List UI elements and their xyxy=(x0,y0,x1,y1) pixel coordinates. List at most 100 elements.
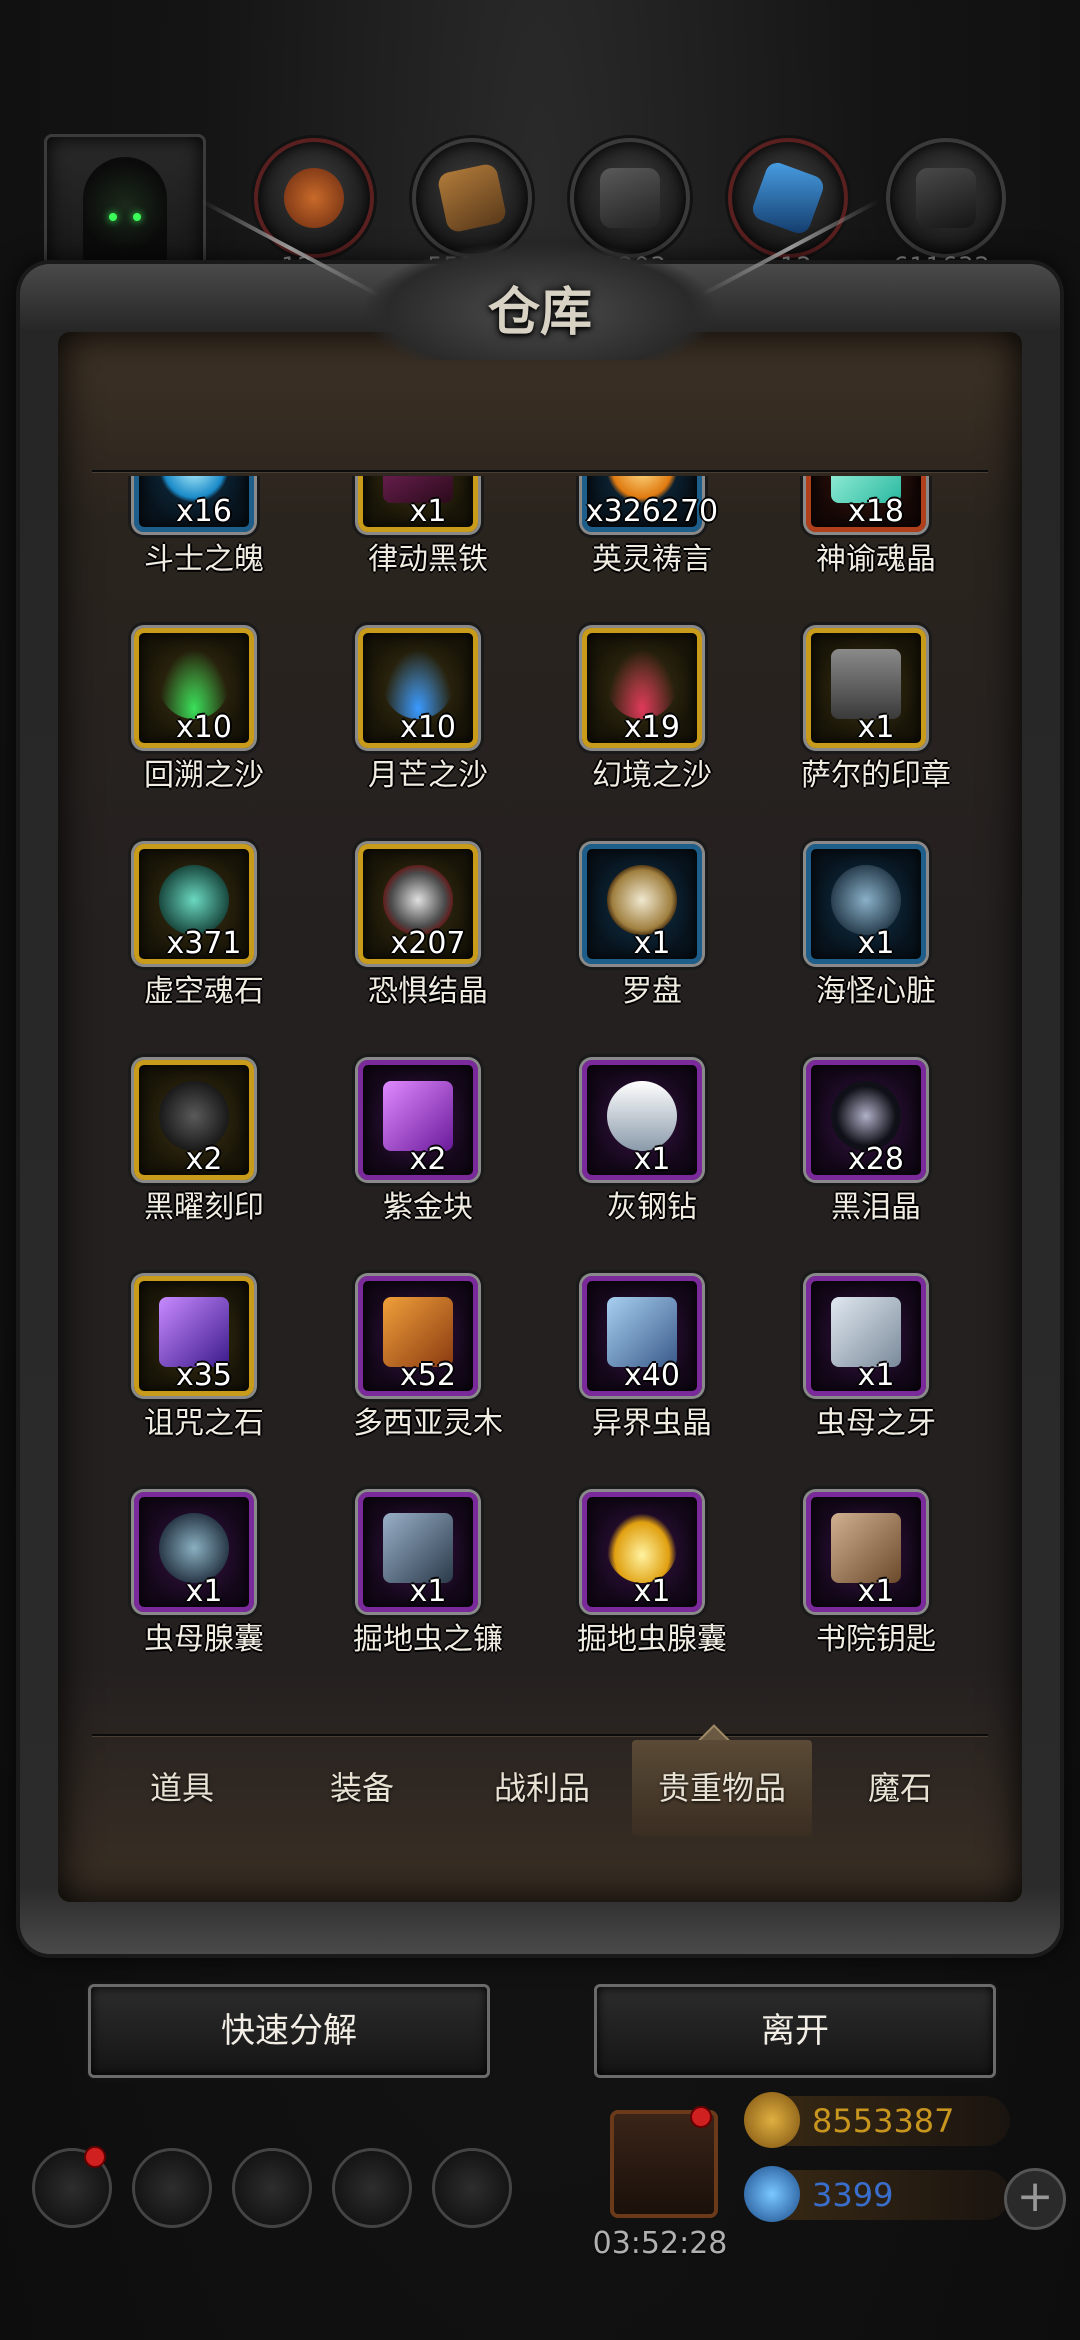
category-tabs: 道具 装备 战利品 贵重物品 魔石 xyxy=(92,1740,988,1836)
item-quantity: x10 xyxy=(176,710,232,745)
item-quantity: x18 xyxy=(848,494,904,529)
wood-log-icon xyxy=(383,1297,453,1367)
gift-timer: 03:52:28 xyxy=(592,2226,728,2261)
item-cell[interactable]: x1 书院钥匙 xyxy=(764,1492,988,1692)
sand-pile-icon xyxy=(607,649,677,719)
eye-glow xyxy=(133,213,141,221)
item-name: 黑泪晶 xyxy=(831,1190,921,1225)
item-quantity: x1 xyxy=(185,1574,223,1609)
item-quantity: x52 xyxy=(400,1358,456,1393)
black-tear-icon xyxy=(831,1081,901,1151)
key-icon xyxy=(831,1513,901,1583)
cursed-stone-icon xyxy=(159,1297,229,1367)
item-name: 虫母之牙 xyxy=(816,1406,936,1441)
item-cell[interactable]: x1 灰钢钻 xyxy=(540,1060,764,1260)
resource-crystal-icon[interactable] xyxy=(728,138,848,258)
item-quantity: x1 xyxy=(409,494,447,529)
tab-valuables[interactable]: 贵重物品 xyxy=(632,1740,812,1836)
item-quantity: x2 xyxy=(185,1142,223,1177)
item-cell[interactable]: x40 异界虫晶 xyxy=(540,1276,764,1476)
tab-loot[interactable]: 战利品 xyxy=(452,1740,632,1836)
item-cell[interactable]: x16 斗士之魄 xyxy=(92,476,316,612)
resource-iron-icon[interactable] xyxy=(886,138,1006,258)
compass-icon xyxy=(607,865,677,935)
gland-sac-icon xyxy=(159,1513,229,1583)
item-name: 萨尔的印章 xyxy=(801,758,951,793)
item-cell[interactable]: x2 紫金块 xyxy=(316,1060,540,1260)
item-cell[interactable]: x35 诅咒之石 xyxy=(92,1276,316,1476)
notification-dot xyxy=(84,2146,106,2168)
item-name: 海怪心脏 xyxy=(816,974,936,1009)
item-cell[interactable]: x1 海怪心脏 xyxy=(764,844,988,1044)
item-quantity: x16 xyxy=(176,494,232,529)
quick-decompose-button[interactable]: 快速分解 xyxy=(88,1984,490,2078)
item-cell[interactable]: x1 萨尔的印章 xyxy=(764,628,988,828)
scythe-icon xyxy=(383,1513,453,1583)
tab-magic-stones[interactable]: 魔石 xyxy=(812,1740,988,1836)
item-cell[interactable]: x1 掘地虫之镰 xyxy=(316,1492,540,1692)
gem-icon xyxy=(744,2166,800,2222)
item-cell[interactable]: x19 幻境之沙 xyxy=(540,628,764,828)
divider xyxy=(92,1734,988,1736)
shield-seal-icon xyxy=(831,649,901,719)
item-quantity: x1 xyxy=(633,1142,671,1177)
item-cell[interactable]: x1 虫母腺囊 xyxy=(92,1492,316,1692)
item-quantity: x35 xyxy=(176,1358,232,1393)
eye-glow xyxy=(109,213,117,221)
monster-heart-icon xyxy=(831,865,901,935)
item-quantity: x28 xyxy=(848,1142,904,1177)
tab-items[interactable]: 道具 xyxy=(92,1740,272,1836)
item-quantity: x207 xyxy=(390,926,466,961)
fang-icon xyxy=(831,1297,901,1367)
amethyst-icon xyxy=(383,1081,453,1151)
gold-amount: 8553387 xyxy=(812,2102,955,2140)
add-currency-button[interactable]: + xyxy=(1004,2168,1066,2230)
item-cell[interactable]: x1 罗盘 xyxy=(540,844,764,1044)
item-quantity: x1 xyxy=(857,1358,895,1393)
item-quantity: x1 xyxy=(633,1574,671,1609)
star-badge-icon[interactable] xyxy=(132,2148,212,2228)
item-quantity: x1 xyxy=(857,710,895,745)
hooded-figure-icon xyxy=(83,157,167,267)
leave-button[interactable]: 离开 xyxy=(594,1984,996,2078)
item-cell[interactable]: x10 回溯之沙 xyxy=(92,628,316,828)
item-quantity: x1 xyxy=(633,926,671,961)
item-grid[interactable]: x16 斗士之魄 x1 律动黑铁 x326270 英灵祷言 x18 神谕魂晶 x10 回溯之沙 x1… xyxy=(92,476,988,1730)
golden-drop-icon xyxy=(607,1513,677,1583)
sand-pile-icon xyxy=(383,649,453,719)
obsidian-rune-icon xyxy=(159,1081,229,1151)
bug-crystal-icon xyxy=(607,1297,677,1367)
gold-coin-icon xyxy=(744,2092,800,2148)
item-cell[interactable]: x207 恐惧结晶 xyxy=(316,844,540,1044)
swords-icon[interactable] xyxy=(432,2148,512,2228)
item-cell[interactable]: x10 月芒之沙 xyxy=(316,628,540,828)
item-name: 神谕魂晶 xyxy=(816,542,936,577)
item-quantity: x371 xyxy=(166,926,242,961)
soul-stone-icon xyxy=(159,865,229,935)
item-cell[interactable]: x326270 英灵祷言 xyxy=(540,476,764,612)
divider xyxy=(92,470,988,472)
item-quantity: x40 xyxy=(624,1358,680,1393)
item-quantity: x326270 xyxy=(585,494,719,529)
notification-dot xyxy=(690,2106,712,2128)
item-quantity: x19 xyxy=(624,710,680,745)
item-cell[interactable]: x52 多西亚灵木 xyxy=(316,1276,540,1476)
item-quantity: x1 xyxy=(857,926,895,961)
item-cell[interactable]: x1 掘地虫腺囊 xyxy=(540,1492,764,1692)
tab-equipment[interactable]: 装备 xyxy=(272,1740,452,1836)
diamond-icon xyxy=(607,1081,677,1151)
item-cell[interactable]: x18 神谕魂晶 xyxy=(764,476,988,612)
mail-icon[interactable] xyxy=(332,2148,412,2228)
castle-icon[interactable] xyxy=(232,2148,312,2228)
item-quantity: x1 xyxy=(409,1574,447,1609)
item-quantity: x1 xyxy=(857,1574,895,1609)
item-quantity: x10 xyxy=(400,710,456,745)
item-cell[interactable]: x2 黑曜刻印 xyxy=(92,1060,316,1260)
item-cell[interactable]: x1 律动黑铁 xyxy=(316,476,540,612)
item-cell[interactable]: x371 虚空魂石 xyxy=(92,844,316,1044)
item-name: 书院钥匙 xyxy=(816,1622,936,1657)
sand-pile-icon xyxy=(159,649,229,719)
gem-amount: 3399 xyxy=(812,2176,894,2214)
item-cell[interactable]: x1 虫母之牙 xyxy=(764,1276,988,1476)
item-cell[interactable]: x28 黑泪晶 xyxy=(764,1060,988,1260)
